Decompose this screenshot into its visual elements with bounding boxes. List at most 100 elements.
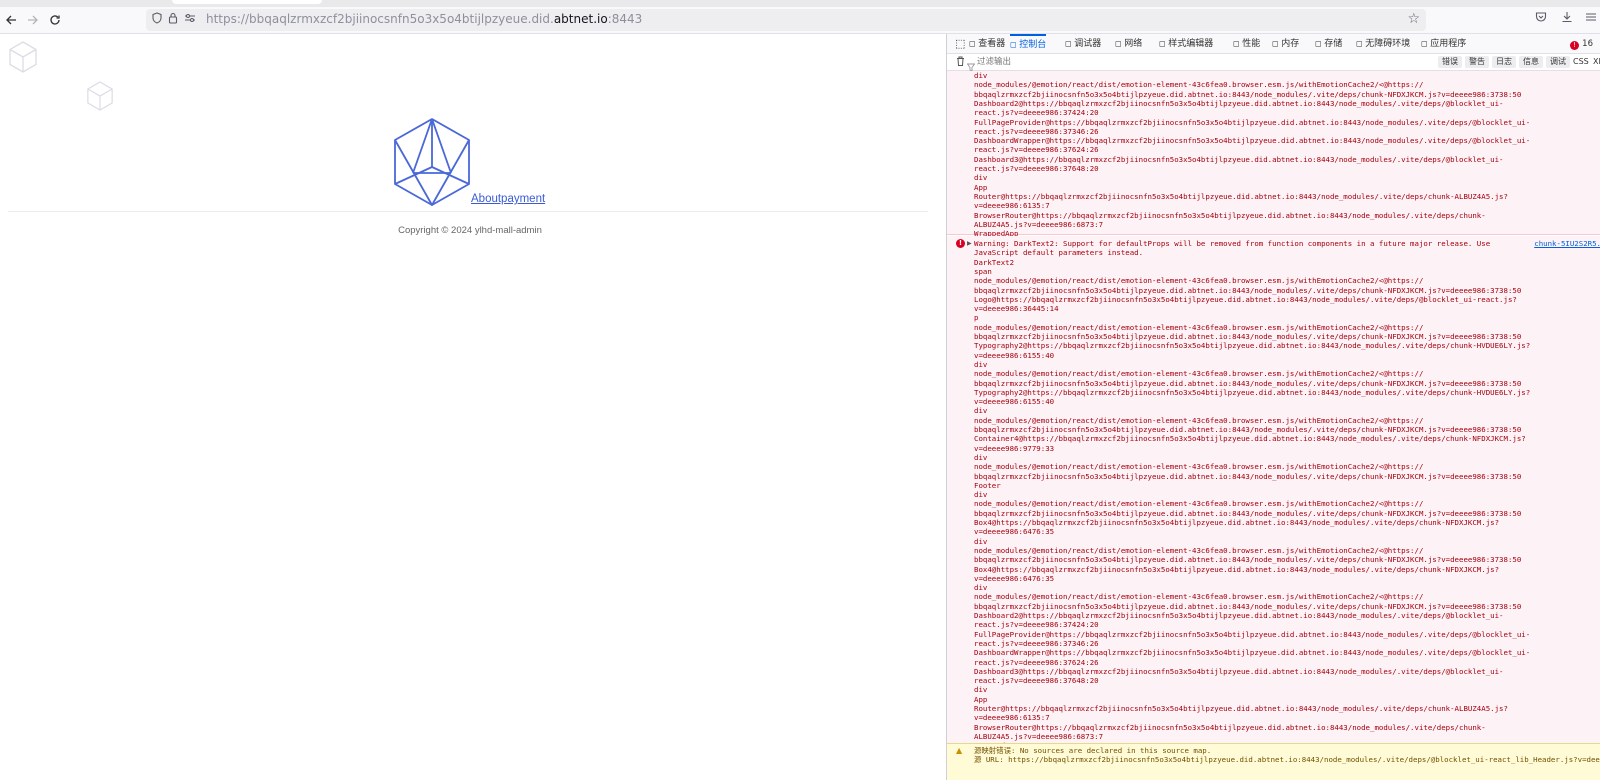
console-error-message: div node_modules/@emotion/react/dist/emot… [947, 71, 1600, 238]
console-line: BrowserRouter@https://bbqaqlzrmxzcf2bjii… [974, 722, 1486, 732]
back-button[interactable] [0, 9, 22, 31]
console-line: v=deeee986:6135:7 [974, 713, 1050, 723]
console-line: Dashboard2@https://bbqaqlzrmxzcf2bjiinoc… [974, 98, 1504, 108]
console-line: bbqaqlzrmxzcf2bjiinocsnfn5o3x5o4btijlpzy… [974, 89, 1522, 99]
console-line: p [974, 313, 979, 323]
console-line: bbqaqlzrmxzcf2bjiinocsnfn5o3x5o4btijlpzy… [974, 471, 1522, 481]
log-level-toggle[interactable]: 信息 [1519, 56, 1543, 68]
console-line: span [974, 266, 992, 276]
devtools-tab[interactable]: ◻ 调试器 [1065, 34, 1101, 54]
devtools-tab[interactable]: ◻ 应用程序 [1421, 34, 1466, 54]
style-editor-icon: ◻ [1159, 39, 1169, 48]
devtools-tab[interactable]: ◻ 控制台 [1010, 34, 1047, 54]
source-link[interactable]: chunk-5IU2S2R5. [1534, 239, 1600, 248]
devtools-tab[interactable]: ◻ 无障碍环境 [1356, 34, 1410, 54]
arrow-right-icon [28, 15, 38, 25]
console-line: react.js?v=deeee986:37624:26 [974, 145, 1099, 155]
element-picker-icon[interactable]: ⬚ [955, 34, 965, 54]
console-line: bbqaqlzrmxzcf2bjiinocsnfn5o3x5o4btijlpzy… [974, 378, 1522, 388]
console-line: node_modules/@emotion/react/dist/emotion… [974, 369, 1424, 379]
console-line: ALBUZ4A5.js?v=deeee986:6873:7 [974, 219, 1104, 229]
log-level-toggle[interactable]: 警告 [1465, 56, 1489, 68]
page-viewport: Aboutpayment Copyright © 2024 ylhd-mall-… [0, 34, 946, 780]
console-icon: ◻ [1010, 40, 1020, 49]
application-icon: ◻ [1421, 39, 1431, 48]
expand-caret-icon[interactable]: ▶ [967, 240, 972, 247]
devtools-tab[interactable]: ◻ 存储 [1315, 34, 1342, 54]
console-line: div [974, 452, 988, 462]
devtools-tab-label: 存储 [1324, 39, 1343, 49]
console-line: Dashboard3@https://bbqaqlzrmxzcf2bjiinoc… [974, 154, 1504, 164]
url-bar[interactable]: https://bbqaqlzrmxzcf2bjiinocsnfn5o3x5o4… [146, 9, 1426, 31]
console-line: App [974, 182, 988, 192]
console-line: Logo@https://bbqaqlzrmxzcf2bjiinocsnfn5o… [974, 294, 1517, 304]
console-line: DashboardWrapper@https://bbqaqlzrmxzcf2b… [974, 648, 1531, 658]
error-counter[interactable]: ! 16 [1570, 34, 1593, 54]
console-line: Warning: DarkText2: Support for defaultP… [974, 239, 1491, 248]
console-line: node_modules/@emotion/react/dist/emotion… [974, 80, 1424, 90]
console-line: Router@https://bbqaqlzrmxzcf2bjiinocsnfn… [974, 191, 1508, 201]
shield-icon[interactable] [152, 12, 162, 27]
footer-divider [8, 211, 928, 212]
inspector-icon: ◻ [969, 39, 979, 48]
clear-console-icon[interactable] [956, 56, 965, 69]
xhr-toggle[interactable]: XI [1593, 56, 1600, 68]
about-payment-link[interactable]: Aboutpayment [471, 193, 545, 205]
console-line: bbqaqlzrmxzcf2bjiinocsnfn5o3x5o4btijlpzy… [974, 332, 1522, 341]
performance-icon: ◻ [1233, 39, 1243, 48]
devtools-tab-label: 性能 [1242, 39, 1261, 49]
devtools-tab-label: 内存 [1281, 39, 1300, 49]
console-line: DarkText2 [974, 257, 1015, 267]
devtools-tab[interactable]: ◻ 内存 [1272, 34, 1299, 54]
console-line: bbqaqlzrmxzcf2bjiinocsnfn5o3x5o4btijlpzy… [974, 555, 1522, 565]
console-line: div [974, 685, 988, 695]
storage-icon: ◻ [1315, 39, 1325, 48]
console-line: 源映射错误: No sources are declared in this s… [974, 746, 1212, 755]
console-line: bbqaqlzrmxzcf2bjiinocsnfn5o3x5o4btijlpzy… [974, 508, 1522, 518]
error-icon: ! [956, 239, 965, 248]
url-port: :8443 [607, 12, 643, 26]
reload-button[interactable] [44, 9, 66, 31]
warning-icon: ▲ [956, 746, 963, 755]
permissions-icon[interactable] [184, 12, 196, 27]
console-line: react.js?v=deeee986:37424:20 [974, 620, 1099, 630]
console-line: react.js?v=deeee986:37346:26 [974, 126, 1099, 136]
console-line: node_modules/@emotion/react/dist/emotion… [974, 322, 1424, 332]
devtools-tab[interactable]: ◻ 查看器 [969, 34, 1005, 54]
devtools-tab[interactable]: ◻ 性能 [1233, 34, 1260, 54]
devtools-tab[interactable]: ◻ 样式编辑器 [1159, 34, 1213, 54]
console-line: node_modules/@emotion/react/dist/emotion… [974, 499, 1424, 509]
menu-icon[interactable] [1585, 11, 1597, 27]
accessibility-icon: ◻ [1356, 39, 1366, 48]
console-line: bbqaqlzrmxzcf2bjiinocsnfn5o3x5o4btijlpzy… [974, 425, 1522, 434]
console-line: Typography2@https://bbqaqlzrmxzcf2bjiino… [974, 387, 1531, 397]
console-line: JavaScript default parameters instead. [974, 248, 1144, 258]
console-line: node_modules/@emotion/react/dist/emotion… [974, 415, 1424, 425]
console-line: Dashboard3@https://bbqaqlzrmxzcf2bjiinoc… [974, 666, 1504, 676]
log-level-toggle[interactable]: 错误 [1438, 56, 1462, 68]
console-filter-bar: 错误警告日志信息调试 CSS XI [947, 54, 1600, 72]
log-level-toggle[interactable]: 调试 [1546, 56, 1570, 68]
url-text[interactable]: https://bbqaqlzrmxzcf2bjiinocsnfn5o3x5o4… [206, 12, 642, 26]
console-line: react.js?v=deeee986:37624:26 [974, 657, 1099, 667]
active-tab[interactable] [172, 0, 322, 4]
memory-icon: ◻ [1272, 39, 1282, 48]
css-toggle[interactable]: CSS [1573, 56, 1589, 68]
cube-placeholder-icon [9, 41, 37, 73]
console-line: Container4@https://bbqaqlzrmxzcf2bjiinoc… [974, 434, 1526, 444]
console-line: DashboardWrapper@https://bbqaqlzrmxzcf2b… [974, 136, 1531, 146]
console-line: div [974, 490, 988, 500]
console-line: react.js?v=deeee986:37648:20 [974, 164, 1099, 173]
devtools-tab[interactable]: ◻ 网络 [1115, 34, 1142, 54]
pocket-icon[interactable] [1535, 11, 1547, 27]
lock-icon[interactable] [168, 12, 178, 27]
bookmark-star-icon[interactable]: ☆ [1407, 11, 1420, 27]
log-level-toggle[interactable]: 日志 [1492, 56, 1516, 68]
forward-button[interactable] [22, 9, 44, 31]
console-line: react.js?v=deeee986:37648:20 [974, 676, 1099, 686]
console-line: Dashboard2@https://bbqaqlzrmxzcf2bjiinoc… [974, 611, 1504, 620]
console-line: 源 URL: https://bbqaqlzrmxzcf2bjiinocsnfn… [974, 755, 1600, 765]
filter-output-input[interactable] [977, 56, 1377, 66]
console-line: Router@https://bbqaqlzrmxzcf2bjiinocsnfn… [974, 704, 1508, 713]
downloads-icon[interactable] [1561, 11, 1573, 27]
